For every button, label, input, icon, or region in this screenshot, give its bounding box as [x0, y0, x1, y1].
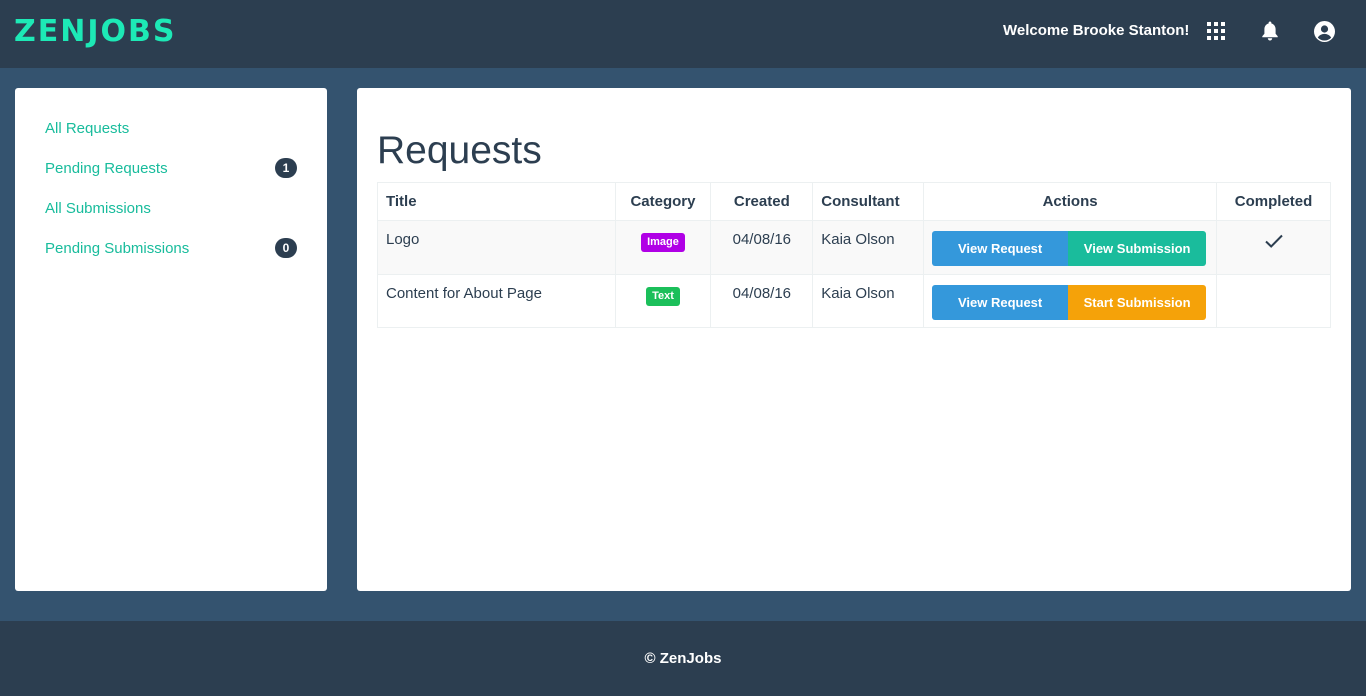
pending-submissions-count-badge: 0	[275, 238, 297, 258]
sidebar-item-label[interactable]: Pending Submissions	[45, 240, 189, 257]
sidebar-item-pending-requests[interactable]: Pending Requests 1	[45, 156, 297, 180]
view-request-button[interactable]: View Request	[932, 231, 1069, 266]
table-header-row: Title Category Created Consultant Action…	[377, 182, 1331, 221]
action-button-group: View Request Start Submission	[932, 285, 1208, 320]
request-created-date: 04/08/16	[710, 220, 814, 275]
category-tag-image: Image	[641, 233, 685, 252]
sidebar-item-label[interactable]: All Submissions	[45, 200, 151, 217]
completed-cell-empty	[1216, 274, 1331, 328]
sidebar-item-pending-submissions[interactable]: Pending Submissions 0	[45, 236, 297, 260]
request-title: Content for About Page	[377, 274, 616, 328]
main-panel: Requests Title Category Created Consulta…	[357, 88, 1351, 591]
column-header-category: Category	[614, 182, 712, 221]
sidebar-item-all-submissions[interactable]: All Submissions	[45, 196, 297, 220]
table-row: Logo Image 04/08/16 Kaia Olson View Requ…	[377, 220, 1331, 275]
column-header-actions: Actions	[923, 182, 1218, 221]
column-header-consultant: Consultant	[812, 182, 925, 221]
action-button-group: View Request View Submission	[932, 231, 1208, 266]
view-submission-button[interactable]: View Submission	[1068, 231, 1207, 266]
request-consultant: Kaia Olson	[812, 274, 925, 328]
column-header-completed: Completed	[1216, 182, 1331, 221]
column-header-created: Created	[710, 182, 814, 221]
pending-requests-count-badge: 1	[275, 158, 297, 178]
sidebar: All Requests Pending Requests 1 All Subm…	[15, 88, 327, 591]
view-request-button[interactable]: View Request	[932, 285, 1069, 320]
footer-copyright: © ZenJobs	[644, 650, 722, 667]
start-submission-button[interactable]: Start Submission	[1068, 285, 1207, 320]
welcome-message: Welcome Brooke Stanton!	[1003, 22, 1190, 39]
sidebar-item-label[interactable]: Pending Requests	[45, 160, 168, 177]
requests-table: Title Category Created Consultant Action…	[377, 182, 1331, 328]
category-tag-text: Text	[646, 287, 680, 306]
apps-grid-icon[interactable]	[1205, 20, 1227, 42]
bell-icon[interactable]	[1259, 20, 1281, 42]
request-title: Logo	[377, 220, 616, 275]
sidebar-item-label[interactable]: All Requests	[45, 120, 129, 137]
sidebar-item-all-requests[interactable]: All Requests	[45, 116, 297, 140]
column-header-title: Title	[377, 182, 616, 221]
page-title: Requests	[377, 129, 542, 172]
completed-check-icon	[1264, 233, 1284, 253]
brand-logo[interactable]: ZENJOBS	[14, 14, 177, 50]
request-created-date: 04/08/16	[710, 274, 814, 328]
footer: © ZenJobs	[0, 621, 1366, 696]
user-circle-icon[interactable]	[1313, 20, 1335, 42]
table-row: Content for About Page Text 04/08/16 Kai…	[377, 274, 1331, 328]
request-consultant: Kaia Olson	[812, 220, 925, 275]
navbar: ZENJOBS Welcome Brooke Stanton!	[0, 0, 1366, 68]
